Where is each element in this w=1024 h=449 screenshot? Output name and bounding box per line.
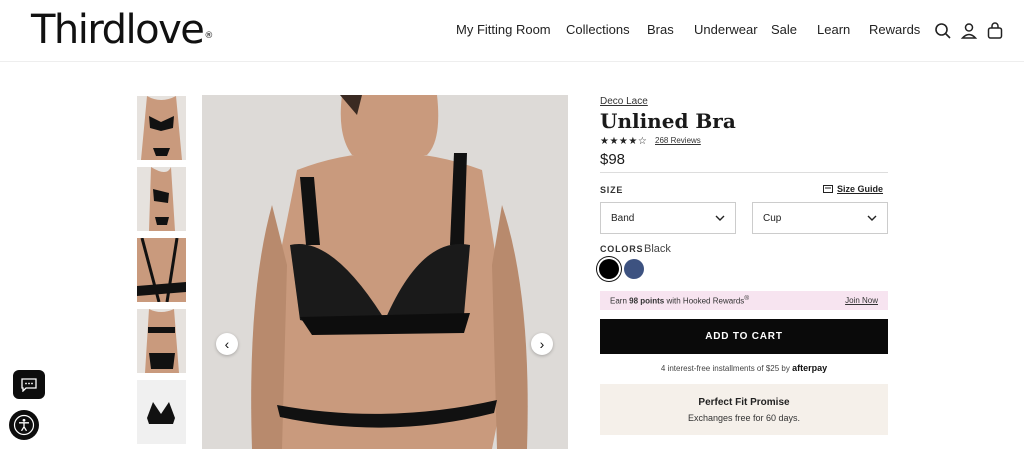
product-price: $98 bbox=[600, 151, 626, 168]
chat-button[interactable] bbox=[13, 370, 45, 399]
swatch-black[interactable] bbox=[599, 259, 619, 279]
promise-subtitle: Exchanges free for 60 days. bbox=[687, 413, 801, 423]
rewards-banner: Earn 98 points with Hooked Rewards® Join… bbox=[600, 291, 888, 310]
model-illustration bbox=[202, 95, 568, 449]
nav-collections[interactable]: Collections bbox=[566, 22, 630, 37]
chevron-right-icon: › bbox=[539, 336, 545, 352]
swatch-navy[interactable] bbox=[624, 259, 644, 279]
join-now-link[interactable]: Join Now bbox=[845, 296, 878, 305]
nav-underwear[interactable]: Underwear bbox=[694, 22, 758, 37]
band-select-value: Band bbox=[611, 212, 635, 224]
thumbnail-side[interactable] bbox=[137, 167, 186, 231]
nav-rewards[interactable]: Rewards bbox=[869, 22, 920, 37]
promise-title: Perfect Fit Promise bbox=[698, 397, 790, 408]
add-to-cart-button[interactable]: ADD TO CART bbox=[600, 319, 888, 354]
rewards-text: Earn 98 points with Hooked Rewards® bbox=[610, 295, 750, 306]
band-select[interactable]: Band bbox=[600, 202, 736, 234]
prev-image-button[interactable]: ‹ bbox=[216, 333, 238, 355]
reviews-link[interactable]: 268 Reviews bbox=[655, 136, 701, 145]
collection-link[interactable]: Deco Lace bbox=[600, 96, 648, 107]
nav-my-fitting-room[interactable]: My Fitting Room bbox=[456, 22, 551, 37]
account-icon[interactable] bbox=[959, 21, 979, 41]
cup-select[interactable]: Cup bbox=[752, 202, 888, 234]
size-guide-link[interactable]: Size Guide bbox=[823, 184, 883, 194]
afterpay-logo: afterpay bbox=[792, 363, 828, 373]
site-header: Thirdlove® My Fitting Room Collections B… bbox=[0, 0, 1024, 62]
accessibility-icon bbox=[13, 414, 35, 436]
nav-sale[interactable]: Sale bbox=[771, 22, 797, 37]
selected-color-name: Black bbox=[644, 243, 671, 255]
nav-learn[interactable]: Learn bbox=[817, 22, 850, 37]
main-product-image: ‹ › bbox=[202, 95, 568, 449]
brand-logo[interactable]: Thirdlove® bbox=[31, 6, 213, 54]
chat-icon bbox=[21, 377, 37, 392]
afterpay-info: 4 interest-free installments of $25 by a… bbox=[660, 363, 828, 373]
star-rating: ★★★★☆ bbox=[600, 136, 648, 147]
product-title: Unlined Bra bbox=[600, 109, 736, 133]
ruler-icon bbox=[823, 185, 833, 193]
bag-icon[interactable] bbox=[985, 21, 1005, 41]
thumbnail-flat-lay[interactable] bbox=[137, 380, 186, 444]
nav-bras[interactable]: Bras bbox=[647, 22, 674, 37]
size-label: SIZE bbox=[600, 185, 624, 195]
chevron-left-icon: ‹ bbox=[224, 336, 230, 352]
thumbnail-back[interactable] bbox=[137, 309, 186, 373]
divider bbox=[600, 172, 888, 173]
accessibility-button[interactable] bbox=[9, 410, 39, 440]
thumbnail-front[interactable] bbox=[137, 96, 186, 160]
colors-label: COLORS bbox=[600, 244, 644, 254]
next-image-button[interactable]: › bbox=[531, 333, 553, 355]
chevron-down-icon bbox=[867, 215, 877, 221]
cup-select-value: Cup bbox=[763, 212, 782, 224]
chevron-down-icon bbox=[715, 215, 725, 221]
search-icon[interactable] bbox=[933, 21, 953, 41]
thumbnail-strap-detail[interactable] bbox=[137, 238, 186, 302]
perfect-fit-promise: Perfect Fit Promise Exchanges free for 6… bbox=[600, 384, 888, 435]
